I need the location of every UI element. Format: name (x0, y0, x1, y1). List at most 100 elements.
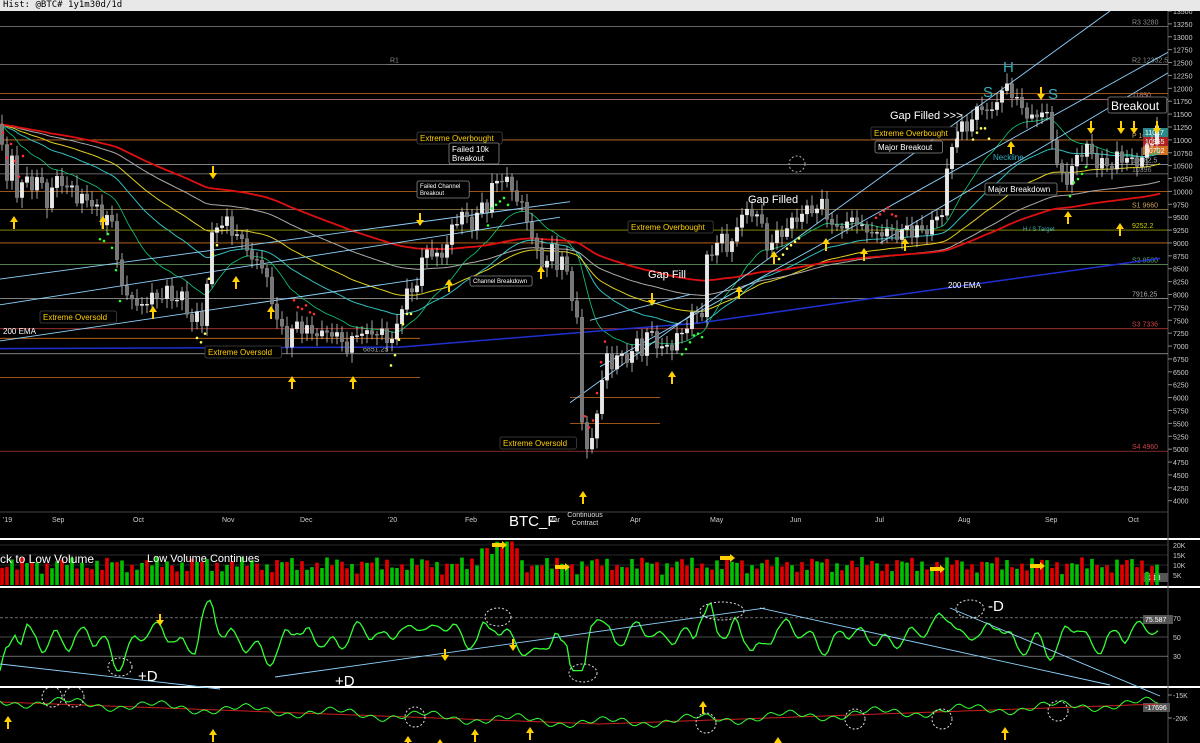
oscillator-tick-label: 50 (1173, 635, 1181, 642)
volume-bar (100, 569, 104, 585)
level-label: R1 (390, 58, 399, 65)
volume-bar (385, 559, 389, 585)
volume-bar (275, 560, 279, 585)
candle-down (780, 230, 784, 237)
volume-bar (495, 541, 499, 585)
obv-arrow-icon (437, 739, 443, 743)
highlight-circle (695, 712, 717, 734)
signal-dot (106, 232, 110, 236)
volume-bar (740, 560, 744, 585)
candle-down (45, 182, 49, 209)
volume-bar (15, 569, 19, 585)
symbol-note-line: Continuous (567, 512, 603, 519)
volume-bar (105, 557, 109, 585)
candle-down (985, 109, 989, 111)
candle-up (885, 228, 889, 237)
volume-bar (425, 560, 429, 585)
candle-up (180, 291, 184, 301)
volume-bar (1150, 565, 1154, 585)
volume-bar (640, 557, 644, 585)
candle-down (120, 259, 124, 286)
candle-down (695, 312, 699, 314)
volume-bar (725, 558, 729, 585)
volume-bar (900, 561, 904, 585)
volume-bar (955, 560, 959, 585)
date-tick-label: Jun (790, 517, 801, 524)
candle-down (125, 285, 129, 296)
annotation-text: H / S Target (1023, 227, 1055, 233)
signal-dot (890, 213, 894, 216)
date-tick-label: '20 (388, 517, 397, 524)
volume-bar (40, 573, 44, 585)
volume-bar (755, 568, 759, 585)
annotation-text: H (1003, 59, 1014, 76)
candle-down (410, 288, 414, 293)
price-tick-label: 8250 (1173, 280, 1189, 287)
price-tick-label: 7750 (1173, 305, 1189, 312)
annotation-text: Neckline (993, 153, 1024, 162)
candle-up (400, 309, 404, 325)
candle-up (380, 328, 384, 335)
symbol-label: BTC_F (509, 513, 557, 530)
candle-up (1150, 144, 1154, 146)
candle-up (735, 227, 739, 242)
candle-up (210, 232, 214, 285)
price-tick-label: 8500 (1173, 267, 1189, 274)
highlight-circle (955, 599, 985, 619)
volume-tick-label: 10K (1173, 563, 1186, 570)
price-tick-label: 6250 (1173, 383, 1189, 390)
candle-down (345, 341, 349, 353)
candle-down (1020, 97, 1024, 108)
chart-canvas[interactable]: R3 3280R2 12332.5R111850P 1099010582.510… (0, 11, 1200, 743)
candle-up (305, 325, 309, 334)
candle-up (1005, 83, 1009, 91)
price-tick-label: 9750 (1173, 202, 1189, 209)
signal-dot (195, 336, 199, 340)
volume-bar (1000, 569, 1004, 585)
candle-up (755, 214, 759, 217)
candle-up (165, 285, 169, 299)
candle-down (840, 226, 844, 229)
volume-bar (420, 559, 424, 585)
volume-bar (925, 569, 929, 585)
value-tag-label: 11017 (1145, 130, 1164, 137)
volume-bar (1030, 558, 1034, 585)
signal-dot (110, 246, 114, 250)
candle-down (1035, 114, 1039, 118)
candle-down (855, 217, 859, 225)
volume-bar (170, 565, 174, 585)
annotation-text: S (1048, 86, 1058, 103)
date-tick-label: Feb (465, 517, 477, 524)
signal-dot (98, 237, 102, 241)
volume-bar (355, 573, 359, 585)
candle-up (390, 339, 394, 343)
volume-bar (0, 567, 4, 585)
obv-arrow-icon (699, 701, 707, 714)
volume-bar (870, 560, 874, 585)
signal-dot (700, 335, 704, 339)
volume-bar (570, 564, 574, 585)
volume-bar (880, 570, 884, 585)
annotation-text: Extreme Overbought (631, 223, 706, 232)
volume-bar (1020, 563, 1024, 585)
volume-bar (470, 558, 474, 585)
volume-bar (675, 561, 679, 585)
signal-dot (1, 131, 5, 135)
candle-down (0, 124, 4, 145)
oscillator-arrow-icon (156, 614, 164, 626)
signal-dot (490, 206, 494, 210)
candle-down (255, 259, 259, 261)
candle-up (1140, 157, 1144, 167)
volume-bar (1130, 559, 1134, 585)
volume-bar (605, 558, 609, 585)
signal-dot (393, 353, 397, 357)
volume-bar (1045, 560, 1049, 585)
level-label: 7916.25 (1132, 292, 1157, 299)
price-tick-label: 8750 (1173, 254, 1189, 261)
candle-up (940, 215, 944, 217)
volume-bar (1155, 564, 1159, 585)
candle-up (560, 256, 564, 270)
signal-dot (114, 268, 118, 272)
volume-bar (820, 562, 824, 585)
sell-arrow-icon (648, 293, 656, 306)
